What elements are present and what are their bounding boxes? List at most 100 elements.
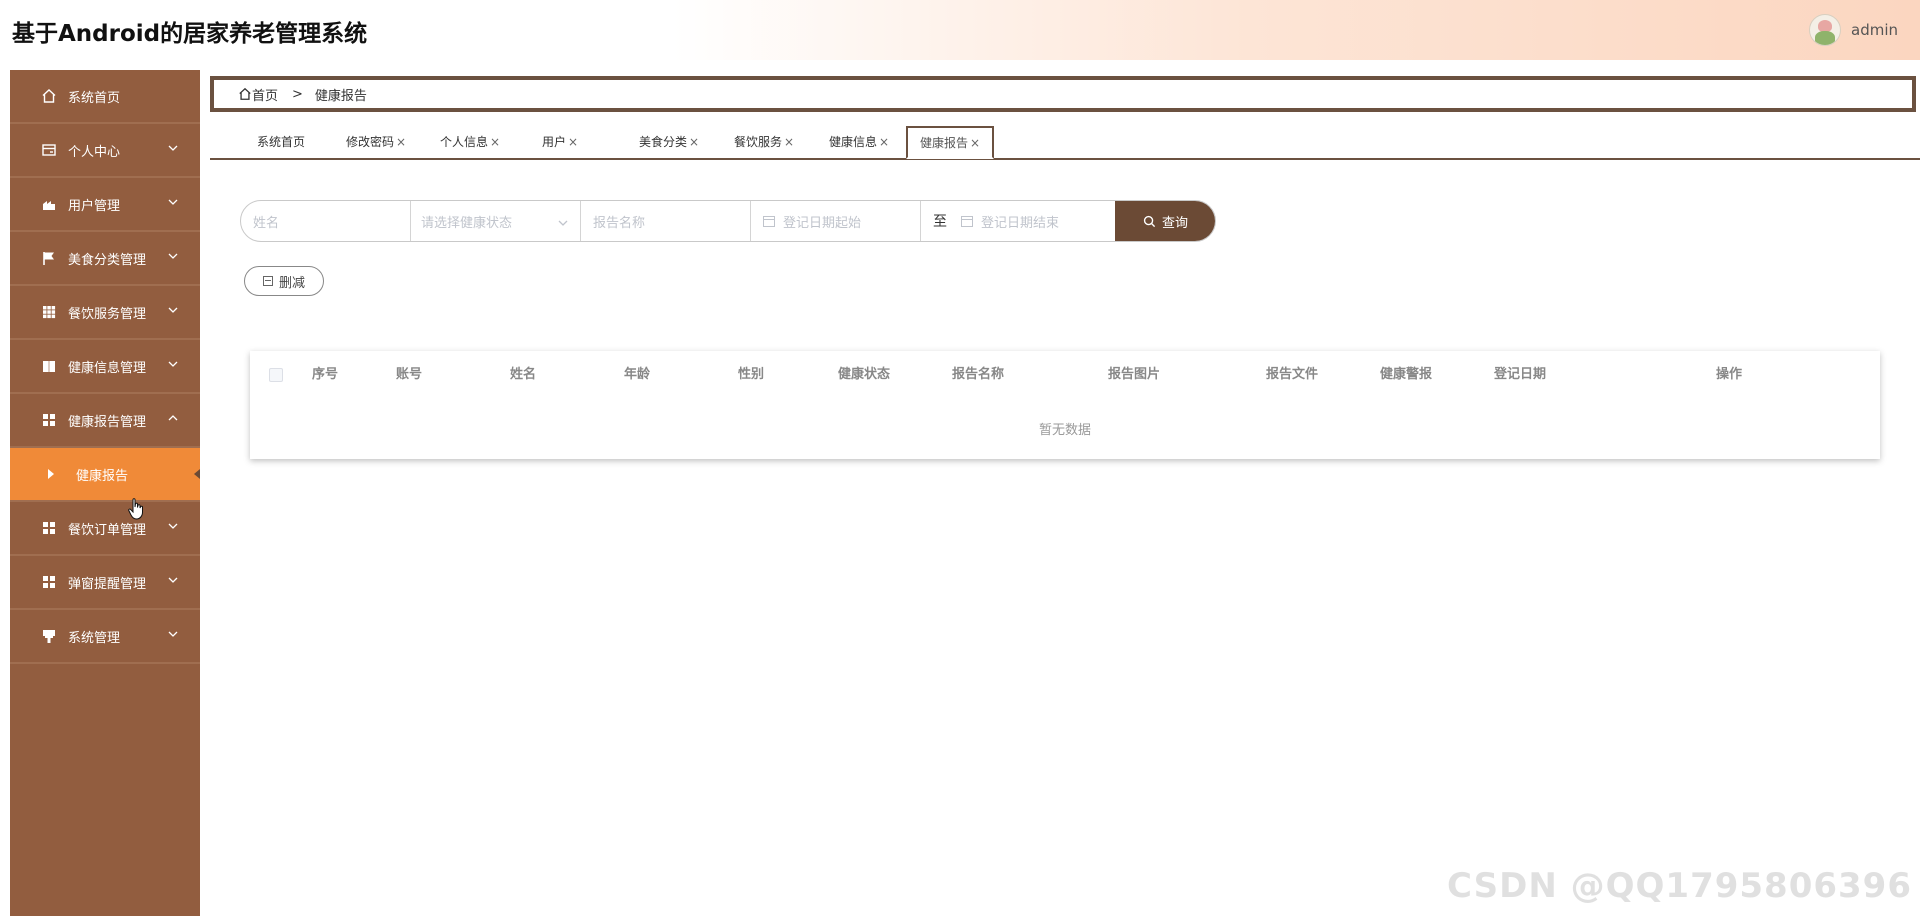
column-header: 登记日期 xyxy=(1494,367,1547,382)
search-bar: 姓名 请选择健康状态 报告名称 登记日期起始 至 登记日期结束 查询 xyxy=(240,200,1216,242)
column-header: 报告图片 xyxy=(1108,367,1161,382)
sidebar-item-personal-center[interactable]: 个人中心 xyxy=(10,124,200,178)
date-end-placeholder[interactable]: 登记日期结束 xyxy=(981,212,1059,231)
caret-right-icon xyxy=(48,469,54,479)
sidebar-item-label: 用户管理 xyxy=(68,198,121,214)
close-icon[interactable]: × xyxy=(784,135,794,149)
tab-label[interactable]: 系统首页 xyxy=(257,133,305,150)
date-start-placeholder[interactable]: 登记日期起始 xyxy=(783,212,861,231)
tab-label[interactable]: 修改密码 xyxy=(346,133,394,150)
close-icon[interactable]: × xyxy=(490,135,500,149)
close-icon[interactable]: × xyxy=(689,135,699,149)
tab-catering-service[interactable]: 餐饮服务 × xyxy=(729,126,799,157)
delete-button-label[interactable]: 删减 xyxy=(279,272,305,291)
delete-button[interactable]: 删减 xyxy=(244,266,324,296)
sidebar-item-label: 餐饮服务管理 xyxy=(68,306,147,322)
sidebar-item-health-info[interactable]: 健康信息管理 xyxy=(10,340,200,394)
sidebar-subitem-health-report[interactable]: 健康报告 xyxy=(10,448,200,502)
avatar[interactable] xyxy=(1809,14,1841,46)
flag-icon xyxy=(40,249,58,267)
user-menu[interactable]: admin xyxy=(1809,13,1898,47)
chevron-down-icon xyxy=(558,216,568,231)
tab-home[interactable]: 系统首页 xyxy=(246,126,316,157)
name-input[interactable]: 姓名 xyxy=(241,201,411,241)
chevron-down-icon xyxy=(168,627,178,642)
sidebar-item-label: 系统首页 xyxy=(68,90,121,106)
column-header: 健康警报 xyxy=(1380,367,1433,382)
chevron-down-icon xyxy=(168,303,178,318)
tab-bar: 系统首页 修改密码 × 个人信息 × 用户 × 美食分类 × 餐饮服务 × 健康信息 × 健… xyxy=(210,126,1920,160)
chevron-down-icon xyxy=(168,357,178,372)
hand-cursor-icon xyxy=(128,498,144,524)
report-name-placeholder[interactable]: 报告名称 xyxy=(593,212,645,231)
column-header: 健康状态 xyxy=(838,367,891,382)
sidebar-item-label: 系统管理 xyxy=(68,630,121,646)
chevron-up-icon xyxy=(168,411,178,426)
grid-icon xyxy=(40,303,58,321)
username[interactable]: admin xyxy=(1851,21,1898,39)
grid-icon xyxy=(40,573,58,591)
chevron-down-icon xyxy=(168,141,178,156)
tab-label[interactable]: 美食分类 xyxy=(639,133,687,150)
query-button[interactable]: 查询 xyxy=(1115,201,1215,241)
tab-label[interactable]: 健康信息 xyxy=(829,133,877,150)
sidebar-item-label: 个人中心 xyxy=(68,144,121,160)
date-start-picker[interactable]: 登记日期起始 xyxy=(751,201,921,241)
breadcrumb-current: 健康报告 xyxy=(314,88,367,104)
tab-label[interactable]: 健康报告 xyxy=(920,134,968,151)
tab-health-info[interactable]: 健康信息 × xyxy=(824,126,894,157)
top-header: 基于Android的居家养老管理系统 admin xyxy=(0,0,1920,60)
sidebar-item-label: 健康信息管理 xyxy=(68,360,147,376)
tab-food-category[interactable]: 美食分类 × xyxy=(634,126,704,157)
breadcrumb-separator: > xyxy=(292,86,303,102)
tab-health-report[interactable]: 健康报告 × xyxy=(906,126,994,159)
select-all-checkbox[interactable] xyxy=(269,368,283,382)
calendar-icon xyxy=(763,215,775,227)
column-header: 性别 xyxy=(738,367,765,382)
wallet-icon xyxy=(40,141,58,159)
chevron-down-icon xyxy=(168,573,178,588)
sidebar-item-popup-reminder[interactable]: 弹窗提醒管理 xyxy=(10,556,200,610)
sidebar-item-catering-orders[interactable]: 餐饮订单管理 xyxy=(10,502,200,556)
health-status-select[interactable]: 请选择健康状态 xyxy=(411,201,581,241)
breadcrumb-home[interactable]: 首页 xyxy=(238,85,278,104)
column-header: 报告文件 xyxy=(1266,367,1319,382)
breadcrumb-home-label[interactable]: 首页 xyxy=(252,85,278,104)
tab-label[interactable]: 个人信息 xyxy=(440,133,488,150)
active-indicator xyxy=(194,469,200,479)
sidebar-item-user-management[interactable]: 用户管理 xyxy=(10,178,200,232)
name-input-placeholder[interactable]: 姓名 xyxy=(253,212,279,231)
column-header: 账号 xyxy=(396,367,423,382)
sidebar-item-label: 弹窗提醒管理 xyxy=(68,576,147,592)
date-range-separator: 至 xyxy=(933,214,947,230)
tab-label[interactable]: 用户 xyxy=(542,133,566,150)
close-icon[interactable]: × xyxy=(568,135,578,149)
data-table: 序号 账号 姓名 年龄 性别 健康状态 报告名称 报告图片 报告文件 健康警报 … xyxy=(250,351,1880,459)
sidebar-item-label: 健康报告管理 xyxy=(68,414,147,430)
sidebar-item-catering-service[interactable]: 餐饮服务管理 xyxy=(10,286,200,340)
calendar-icon xyxy=(961,215,973,227)
tab-personal-info[interactable]: 个人信息 × xyxy=(435,126,505,157)
health-status-placeholder[interactable]: 请选择健康状态 xyxy=(421,212,512,231)
report-name-input[interactable]: 报告名称 xyxy=(581,201,751,241)
search-icon xyxy=(1143,215,1156,227)
system-icon xyxy=(40,627,58,645)
book-icon xyxy=(40,357,58,375)
minus-square-icon xyxy=(262,276,273,286)
watermark: CSDN @QQ1795806396 xyxy=(1447,866,1912,906)
tab-user[interactable]: 用户 × xyxy=(537,126,583,157)
tab-label[interactable]: 餐饮服务 xyxy=(734,133,782,150)
close-icon[interactable]: × xyxy=(396,135,406,149)
tab-change-password[interactable]: 修改密码 × xyxy=(340,126,412,157)
home-icon xyxy=(40,87,58,105)
sidebar-item-home[interactable]: 系统首页 xyxy=(10,70,200,124)
sidebar-item-system-management[interactable]: 系统管理 xyxy=(10,610,200,664)
query-button-label[interactable]: 查询 xyxy=(1162,212,1188,231)
column-header: 姓名 xyxy=(510,367,537,382)
close-icon[interactable]: × xyxy=(970,136,980,150)
close-icon[interactable]: × xyxy=(879,135,889,149)
grid-icon xyxy=(40,519,58,537)
sidebar-item-food-category[interactable]: 美食分类管理 xyxy=(10,232,200,286)
sidebar-item-health-report-management[interactable]: 健康报告管理 xyxy=(10,394,200,448)
date-end-picker[interactable]: 登记日期结束 xyxy=(953,201,1116,241)
